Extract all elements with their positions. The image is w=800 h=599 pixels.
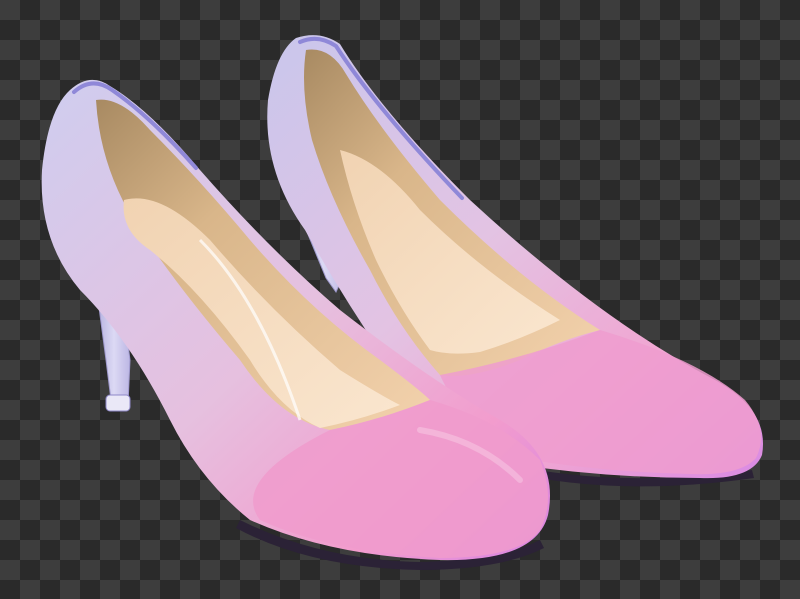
front-shoe-heel-tip [105,394,131,412]
shoes-photo [41,35,764,570]
image-canvas [0,0,800,599]
